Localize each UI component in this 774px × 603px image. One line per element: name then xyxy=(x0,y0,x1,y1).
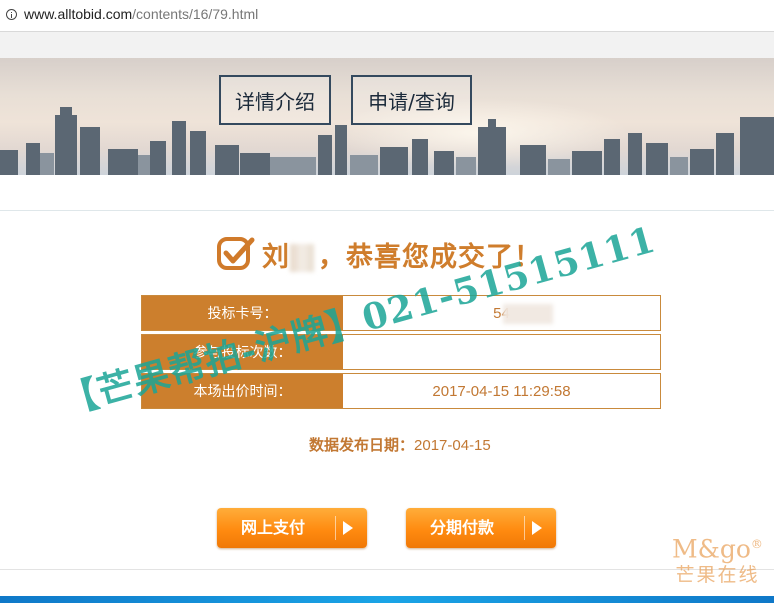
info-icon[interactable] xyxy=(6,9,17,20)
address-bar[interactable]: www.alltobid.com/contents/16/79.html xyxy=(0,0,774,32)
footer-divider xyxy=(0,569,774,570)
url-text[interactable]: www.alltobid.com/contents/16/79.html xyxy=(24,6,258,22)
brand-logo: M&go® 芒果在线 xyxy=(672,530,763,587)
installment-label: 分期付款 xyxy=(429,518,494,537)
card-number-value: 54 xyxy=(343,296,660,330)
url-path: /contents/16/79.html xyxy=(132,6,259,22)
button-separator xyxy=(524,516,525,540)
footer-band xyxy=(0,596,774,603)
apply-query-button[interactable]: 申请/查询 xyxy=(351,75,472,125)
brand-logo-en: M&go xyxy=(672,534,751,564)
bid-count-value xyxy=(343,335,660,369)
brand-logo-cn: 芒果在线 xyxy=(675,564,760,587)
arrow-right-icon xyxy=(532,521,542,535)
winner-name: 刘 xyxy=(262,241,290,273)
pay-online-label: 网上支付 xyxy=(240,518,305,537)
bid-result-table: 投标卡号： 54 参与投标次数： 本场出价时间： 2017-04-15 11:2… xyxy=(141,295,661,412)
release-date-value: 2017-04-15 xyxy=(414,437,491,454)
url-host: www.alltobid.com xyxy=(24,6,133,22)
bookmarks-strip xyxy=(0,32,774,58)
section-divider xyxy=(0,210,774,211)
bid-count-label: 参与投标次数： xyxy=(142,335,343,369)
button-separator xyxy=(335,516,336,540)
bid-time-value: 2017-04-15 11:29:58 xyxy=(432,382,571,400)
card-number-label: 投标卡号： xyxy=(142,296,343,330)
table-row-bid-time: 本场出价时间： 2017-04-15 11:29:58 xyxy=(141,373,661,409)
congrats-message: ，恭喜您成交了！ xyxy=(318,241,542,273)
release-date-line: 数据发布日期：2017-04-15 xyxy=(309,434,491,455)
table-row-bid-count: 参与投标次数： xyxy=(141,334,661,370)
name-mask xyxy=(290,244,314,272)
registered-mark: ® xyxy=(750,537,763,551)
pay-online-button[interactable]: 网上支付 xyxy=(217,508,367,548)
detail-intro-button[interactable]: 详情介绍 xyxy=(219,75,331,125)
card-number-mask xyxy=(503,304,553,324)
congrats-text: 刘 ，恭喜您成交了！ xyxy=(262,235,542,274)
release-date-label: 数据发布日期： xyxy=(309,436,415,454)
arrow-right-icon xyxy=(343,521,353,535)
checkmark-icon xyxy=(217,237,255,270)
bid-time-label: 本场出价时间： xyxy=(142,374,343,408)
congrats-heading: 刘 ，恭喜您成交了！ xyxy=(216,232,542,276)
table-row-card-number: 投标卡号： 54 xyxy=(141,295,661,331)
city-banner: 详情介绍 申请/查询 xyxy=(0,58,774,175)
installment-button[interactable]: 分期付款 xyxy=(406,508,556,548)
